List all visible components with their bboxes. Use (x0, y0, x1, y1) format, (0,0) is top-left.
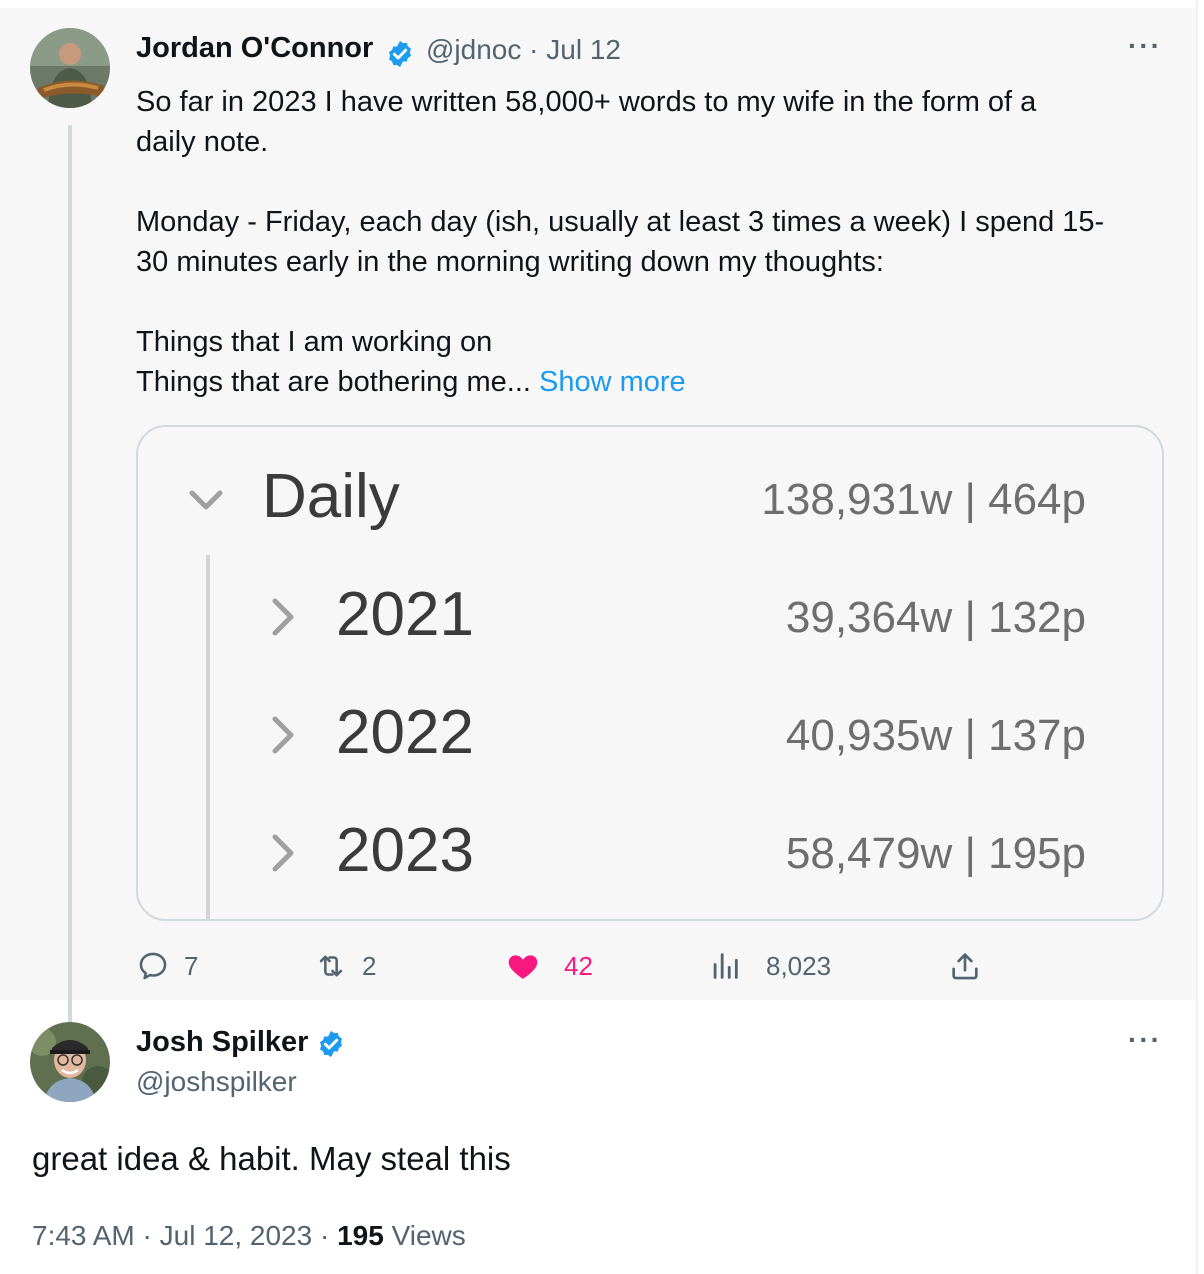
avatar-josh[interactable] (30, 1022, 110, 1102)
reply-button[interactable]: 7 (136, 946, 198, 986)
author-handle[interactable]: @jdnoc (426, 34, 521, 65)
tweet-truncated-text: Things that are bothering me... (136, 366, 531, 398)
tweet-line: Things that I am working on (136, 326, 493, 358)
tree-row-2023: 2023 58,479w | 195p (138, 813, 1162, 893)
more-options-icon[interactable]: ··· (1128, 30, 1162, 62)
tree-value: 138,931w | 464p (761, 475, 1086, 524)
tree-label: 2023 (336, 816, 474, 885)
avatar-jordan[interactable] (30, 28, 110, 108)
reply-time[interactable]: 7:43 AM (32, 1220, 135, 1251)
timestamp-separator: · (319, 1220, 330, 1251)
parent-tweet[interactable]: Jordan O'Connor @jdnoc · Jul 12 ··· So f… (0, 8, 1196, 1025)
retweet-count: 2 (362, 950, 377, 981)
share-button[interactable] (948, 946, 982, 986)
chevron-down-icon (189, 490, 223, 510)
author-name[interactable]: Jordan O'Connor (136, 32, 373, 65)
verified-badge-icon (389, 40, 411, 68)
reply-views-count: 195 (337, 1220, 384, 1251)
chevron-right-icon (272, 834, 294, 872)
thread-connector (68, 125, 72, 1025)
tree-label: 2022 (336, 698, 474, 767)
tree-value: 58,479w | 195p (785, 829, 1086, 878)
retweet-button[interactable]: 2 (314, 946, 376, 986)
reply-text: great idea & habit. May steal this (32, 1140, 511, 1177)
column-border (1196, 0, 1198, 1274)
tree-row-daily: Daily 138,931w | 464p (138, 459, 1162, 539)
show-more-link[interactable]: Show more (539, 366, 686, 398)
tweet-text: So far in 2023 I have written 58,000+ wo… (136, 82, 1166, 402)
share-icon (952, 953, 978, 980)
chevron-right-icon (272, 598, 294, 636)
like-button[interactable]: 42 (506, 946, 593, 986)
like-count: 42 (564, 950, 593, 981)
tweet-line-last: Things that are bothering me... Show mor… (136, 362, 1166, 402)
tree-label: 2021 (336, 580, 474, 649)
tree-row-2021: 2021 39,364w | 132p (138, 577, 1162, 657)
timestamp-separator: · (142, 1220, 152, 1251)
verified-badge-icon (320, 1030, 342, 1058)
reply-count: 7 (184, 950, 199, 981)
tree-value: 39,364w | 132p (785, 593, 1086, 642)
reply-author-handle[interactable]: @joshspilker (136, 1066, 297, 1098)
top-spacer (0, 0, 1204, 8)
tweet-line: Monday - Friday, each day (ish, usually … (136, 206, 1105, 238)
reply-views-label: Views (391, 1220, 466, 1251)
analytics-icon (713, 953, 738, 979)
heart-filled-icon (508, 955, 538, 979)
tree-value: 40,935w | 137p (785, 711, 1086, 760)
meta-separator: · (529, 34, 539, 65)
chevron-right-icon (272, 716, 294, 754)
retweet-icon (319, 955, 343, 977)
tree-row-2022: 2022 40,935w | 137p (138, 695, 1162, 775)
tweet-line: So far in 2023 I have written 58,000+ wo… (136, 86, 1037, 118)
reply-timestamp: 7:43 AM · Jul 12, 2023 · 195 Views (32, 1220, 466, 1252)
more-options-icon[interactable]: ··· (1128, 1024, 1162, 1056)
view-count: 8,023 (766, 950, 832, 981)
tweet-line: 30 minutes early in the morning writing … (136, 246, 884, 278)
reply-date[interactable]: Jul 12, 2023 (160, 1220, 313, 1251)
reply-icon (139, 952, 167, 980)
media-image[interactable]: Daily 138,931w | 464p 2021 39,364w | 132… (136, 425, 1164, 921)
tree-label: Daily (262, 462, 400, 531)
tweet-line: daily note. (136, 126, 269, 158)
reply-author-name[interactable]: Josh Spilker (136, 1026, 308, 1059)
handle-date[interactable]: @jdnoc · Jul 12 (426, 34, 621, 66)
views-button[interactable]: 8,023 (708, 946, 831, 986)
tweet-date[interactable]: Jul 12 (546, 34, 621, 65)
